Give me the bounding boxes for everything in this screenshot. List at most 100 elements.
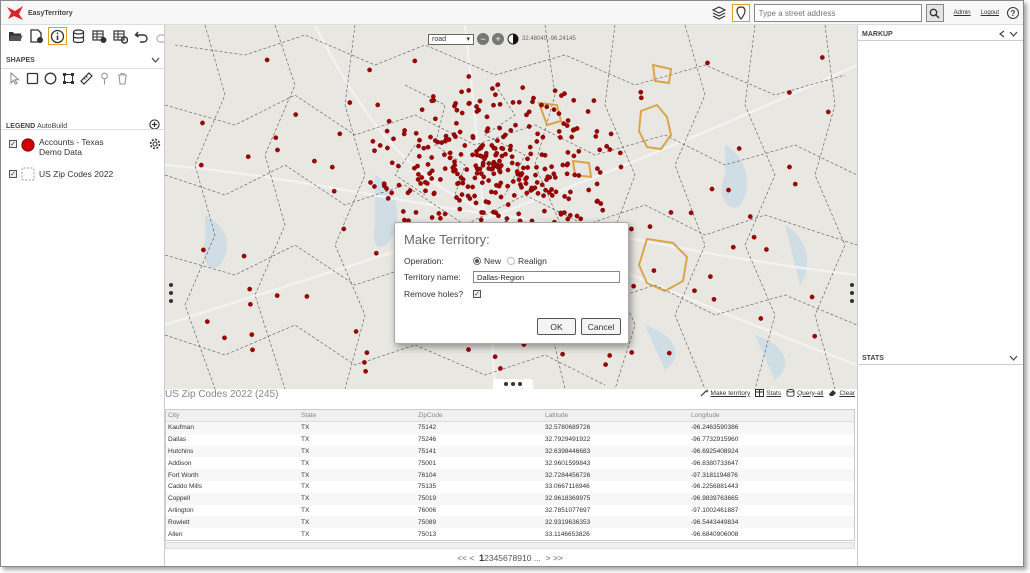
- table-cell: 76006: [418, 507, 545, 514]
- table-cell: -97.1002461887: [691, 507, 851, 514]
- query-all-link[interactable]: Query-all: [786, 389, 823, 397]
- table-cell: Arlington: [166, 507, 301, 514]
- app-window: EasyTerritory Admin Logout ?: [0, 0, 1024, 567]
- dashed-square-icon: [21, 167, 35, 181]
- legend-header: LEGENDAutoBuild: [6, 115, 160, 133]
- location-pin-icon[interactable]: [732, 4, 750, 22]
- table-cell: 32.9618369975: [545, 495, 691, 502]
- table-row[interactable]: ArlingtonTX7600632.7851077697-97.1002461…: [166, 505, 854, 517]
- database-icon[interactable]: [69, 27, 88, 45]
- table-cell: Coppell: [166, 495, 301, 502]
- table-cell: TX: [301, 472, 418, 479]
- pager-more[interactable]: ...: [534, 553, 541, 563]
- table-row[interactable]: KaufmanTX7514232.5780689726-96.246359038…: [166, 422, 854, 434]
- stats-header[interactable]: STATS: [862, 352, 1018, 364]
- undo-icon[interactable]: [132, 27, 151, 45]
- ok-button[interactable]: OK: [537, 318, 576, 335]
- make-territory-link[interactable]: Make territory: [700, 389, 751, 397]
- address-search-input[interactable]: [754, 4, 922, 22]
- radio-realign[interactable]: [507, 257, 515, 265]
- legend-checkbox[interactable]: ✓: [9, 140, 17, 148]
- chevron-down-icon[interactable]: [1009, 354, 1018, 362]
- save-file-icon[interactable]: [27, 27, 46, 45]
- territory-name-input[interactable]: [473, 271, 620, 283]
- dialog-title: Make Territory:: [404, 232, 490, 247]
- horizontal-scrollbar[interactable]: [165, 542, 855, 549]
- divider: [1, 68, 164, 69]
- table-row[interactable]: CoppellTX7501932.9618369975-96.983976366…: [166, 493, 854, 505]
- table-cell: TX: [301, 507, 418, 514]
- bottom-panel-toggle[interactable]: [493, 379, 533, 389]
- table-cell: 32.7851077697: [545, 507, 691, 514]
- pin-icon[interactable]: [97, 71, 112, 86]
- gear-icon[interactable]: [149, 138, 161, 150]
- table-cell: 32.7929491922: [545, 436, 691, 443]
- legend-checkbox[interactable]: ✓: [9, 170, 17, 178]
- zoom-in-icon[interactable]: +: [492, 33, 504, 45]
- search-button[interactable]: [926, 4, 944, 22]
- table-cell: 33.1146653826: [545, 531, 691, 538]
- table-row[interactable]: DallasTX7524632.7929491922-96.7732915960: [166, 434, 854, 446]
- remove-holes-checkbox[interactable]: ✓: [473, 290, 481, 298]
- chevron-down-icon[interactable]: [151, 57, 160, 63]
- contrast-icon[interactable]: [507, 33, 519, 45]
- table-row[interactable]: AllenTX7501333.1146653826-96.6840906008: [166, 528, 854, 540]
- table-cell: 75089: [418, 519, 545, 526]
- right-panel-toggle[interactable]: [849, 281, 855, 305]
- zoom-out-icon[interactable]: −: [477, 33, 489, 45]
- add-layer-icon[interactable]: [149, 119, 160, 130]
- radio-realign-label: Realign: [518, 256, 547, 266]
- cancel-button[interactable]: Cancel: [581, 318, 621, 335]
- clear-link[interactable]: Clear: [828, 389, 855, 397]
- legend-item-label: US Zip Codes 2022: [39, 169, 113, 179]
- table-cell: TX: [301, 531, 418, 538]
- trash-icon[interactable]: [115, 71, 130, 86]
- table-cell: 75001: [418, 460, 545, 467]
- table-row[interactable]: RowlettTX7508932.9319636353-96.544344983…: [166, 516, 854, 528]
- column-header[interactable]: Longitude: [691, 412, 851, 419]
- chevron-left-icon[interactable]: [998, 30, 1006, 38]
- shapes-label: SHAPES: [6, 57, 35, 64]
- info-icon[interactable]: [48, 27, 67, 45]
- table-row[interactable]: AddisonTX7500132.9601599843-96.838073364…: [166, 457, 854, 469]
- map-type-select[interactable]: road▾: [428, 34, 474, 45]
- layers-icon[interactable]: [710, 4, 728, 22]
- admin-link[interactable]: Admin: [954, 10, 971, 16]
- column-header[interactable]: City: [166, 412, 301, 419]
- table-cell: 32.5780689726: [545, 424, 691, 431]
- table-cell: Hutchins: [166, 448, 301, 455]
- pager-prev[interactable]: << <: [457, 553, 474, 563]
- chevron-down-icon[interactable]: [1009, 30, 1018, 38]
- open-folder-icon[interactable]: [6, 27, 25, 45]
- table-settings-icon[interactable]: [111, 27, 130, 45]
- shapes-header[interactable]: SHAPES: [6, 54, 160, 66]
- divider: [858, 364, 1023, 365]
- polygon-icon[interactable]: [61, 71, 76, 86]
- table-cell: TX: [301, 495, 418, 502]
- radio-new[interactable]: [473, 257, 481, 265]
- rectangle-icon[interactable]: [25, 71, 40, 86]
- circle-icon[interactable]: [43, 71, 58, 86]
- table-cell: -96.7732915960: [691, 436, 851, 443]
- table-cell: 32.6398446683: [545, 448, 691, 455]
- column-header[interactable]: State: [301, 412, 418, 419]
- table-cell: -96.5443449834: [691, 519, 851, 526]
- logout-link[interactable]: Logout: [981, 10, 999, 16]
- column-header[interactable]: ZipCode: [418, 412, 545, 419]
- table-cell: -96.9839763665: [691, 495, 851, 502]
- help-icon[interactable]: ?: [1007, 7, 1019, 19]
- table-row[interactable]: Fort WorthTX7610432.7284456726-97.318119…: [166, 469, 854, 481]
- stats-link[interactable]: Stats: [755, 389, 781, 397]
- table-row[interactable]: HutchinsTX7514132.6398446683-96.69254089…: [166, 446, 854, 458]
- table-add-icon[interactable]: [90, 27, 109, 45]
- pager-page[interactable]: 10: [522, 553, 531, 563]
- ruler-icon[interactable]: [79, 71, 94, 86]
- table-cell: Rowlett: [166, 519, 301, 526]
- pager-next[interactable]: > >>: [546, 553, 563, 563]
- pointer-icon[interactable]: [7, 71, 22, 86]
- data-panel: US Zip Codes 2022 (245) Make territory S…: [165, 389, 857, 567]
- table-cell: 75019: [418, 495, 545, 502]
- left-panel-toggle[interactable]: [168, 281, 174, 305]
- table-row[interactable]: Caddo MillsTX7513533.0667116946-96.22568…: [166, 481, 854, 493]
- column-header[interactable]: Latitude: [545, 412, 691, 419]
